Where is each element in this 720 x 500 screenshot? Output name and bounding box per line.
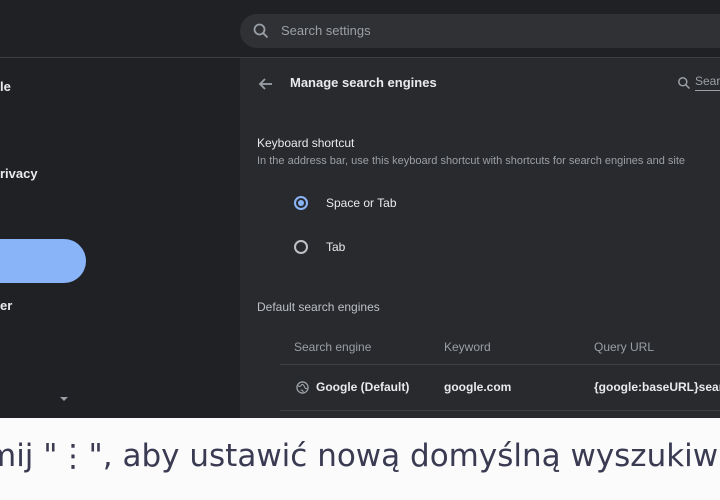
column-header-keyword: Keyword bbox=[444, 340, 491, 354]
page-title: Manage search engines bbox=[290, 75, 437, 90]
chevron-down-icon[interactable] bbox=[59, 395, 69, 403]
search-icon[interactable] bbox=[677, 76, 691, 90]
sidebar-item-search-engine-active[interactable] bbox=[0, 239, 86, 283]
space-or-tab-label[interactable]: Space or Tab bbox=[326, 196, 397, 210]
caption-bar: mij "⋮", aby ustawić nową domyślną wyszu… bbox=[0, 418, 720, 500]
engine-name-google: Google (Default) bbox=[316, 380, 410, 394]
space-or-tab-radio[interactable] bbox=[294, 196, 308, 210]
sidebar-item-you-and-google[interactable]: le bbox=[0, 79, 11, 94]
main-panel: Manage search engines Searc Keyboard sho… bbox=[240, 58, 720, 418]
sidebar: le rivacy er bbox=[0, 58, 240, 418]
keyboard-shortcut-description: In the address bar, use this keyboard sh… bbox=[257, 155, 686, 167]
column-header-search-engine: Search engine bbox=[294, 340, 372, 354]
caption-text: mij "⋮", aby ustawić nową domyślną wyszu… bbox=[0, 438, 719, 474]
tab-radio[interactable] bbox=[294, 240, 308, 254]
search-placeholder: Search settings bbox=[281, 23, 371, 38]
globe-icon bbox=[296, 381, 309, 394]
settings-window: Search settings le rivacy er Manage sear… bbox=[0, 0, 720, 418]
divider bbox=[280, 364, 720, 365]
engine-query-url-google: {google:baseURL}search bbox=[594, 380, 720, 394]
default-search-engines-label: Default search engines bbox=[257, 300, 380, 314]
tab-label[interactable]: Tab bbox=[326, 240, 345, 254]
settings-header: Search settings bbox=[0, 0, 720, 58]
search-engines-input[interactable]: Searc bbox=[695, 74, 720, 91]
column-header-query-url: Query URL bbox=[594, 340, 655, 354]
divider bbox=[280, 410, 720, 411]
sidebar-item-privacy[interactable]: rivacy bbox=[0, 166, 38, 181]
search-settings-input[interactable]: Search settings bbox=[240, 14, 720, 48]
sidebar-item-browser[interactable]: er bbox=[0, 298, 12, 313]
engine-keyword-google: google.com bbox=[444, 380, 512, 394]
keyboard-shortcut-label: Keyboard shortcut bbox=[257, 136, 355, 150]
search-icon bbox=[253, 23, 269, 39]
back-arrow-icon[interactable] bbox=[257, 75, 275, 93]
